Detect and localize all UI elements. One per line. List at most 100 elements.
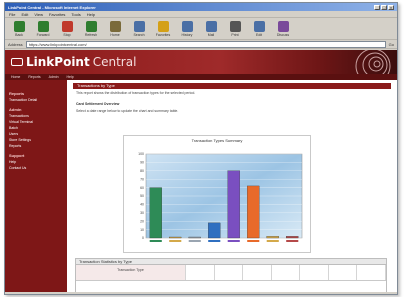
- table-column-header[interactable]: [186, 265, 215, 280]
- toolbar-button-refresh[interactable]: Refresh: [83, 21, 99, 37]
- toolbar-button-forward[interactable]: Forward: [35, 21, 51, 37]
- table-column-header[interactable]: Transaction Type: [76, 265, 186, 280]
- y-tick-label: 20: [140, 219, 144, 223]
- table-column-header[interactable]: [215, 265, 244, 280]
- sidebar-item-contact[interactable]: Contact Us: [9, 166, 63, 170]
- table-column-header[interactable]: [300, 265, 329, 280]
- bar-chart: 0 10 20 30 40 50 60 70 80 90 100: [138, 152, 303, 242]
- refresh-icon: [85, 21, 97, 32]
- chart-bar: [266, 236, 279, 239]
- toolbar-label: Edit: [255, 33, 263, 37]
- search-icon: [133, 21, 145, 32]
- toolbar-label: History: [181, 33, 193, 37]
- table-column-header[interactable]: [329, 265, 358, 280]
- y-tick-label: 90: [140, 161, 144, 165]
- back-arrow-icon: [13, 21, 25, 32]
- y-tick-label: 40: [140, 203, 144, 207]
- nav-help[interactable]: Help: [67, 75, 74, 79]
- favorites-icon: [157, 21, 169, 32]
- toolbar-button-favorites[interactable]: Favorites: [155, 21, 171, 37]
- linkpoint-logo[interactable]: LinkPoint Central: [11, 55, 136, 69]
- sidebar-heading-admin: Admin: [9, 107, 22, 112]
- toolbar-button-back[interactable]: Back: [11, 21, 27, 37]
- toolbar-label: Stop: [63, 33, 71, 37]
- menu-file[interactable]: File: [9, 12, 15, 17]
- legend-swatch: [188, 240, 201, 242]
- menu-help[interactable]: Help: [87, 12, 95, 17]
- table-header-row: Transaction Type: [76, 265, 387, 281]
- section-subtitle: Card Settlement Overview: [76, 102, 120, 106]
- menu-favorites[interactable]: Favorites: [49, 12, 65, 17]
- sidebar-item-transactions[interactable]: Transactions: [9, 114, 63, 118]
- window-controls: _ □ ×: [374, 4, 394, 10]
- legend-swatch: [227, 240, 240, 242]
- legend-swatch: [286, 240, 299, 242]
- toolbar-button-search[interactable]: Search: [131, 21, 147, 37]
- table-column-header[interactable]: [357, 265, 387, 280]
- legend-swatch: [149, 240, 162, 242]
- legend-swatch: [266, 240, 279, 242]
- toolbar-label: Discuss: [276, 33, 290, 37]
- table-column-header[interactable]: [272, 265, 301, 280]
- toolbar-label: Forward: [36, 33, 50, 37]
- toolbar-label: Back: [15, 33, 23, 37]
- toolbar-button-mail[interactable]: Mail: [203, 21, 219, 37]
- mail-icon: [205, 21, 217, 32]
- minimize-button[interactable]: _: [374, 4, 380, 10]
- history-icon: [181, 21, 193, 32]
- y-tick-label: 50: [140, 194, 144, 198]
- legend-swatch: [208, 240, 221, 242]
- sidebar-item-help[interactable]: Help: [9, 160, 63, 164]
- address-bar: Address https://www.linkpointcentral.com…: [5, 40, 397, 49]
- edit-icon: [253, 21, 265, 32]
- table-column-header[interactable]: [243, 265, 272, 280]
- forward-arrow-icon: [37, 21, 49, 32]
- sidebar-heading-reports: Reports: [9, 91, 25, 96]
- y-tick-label: 70: [140, 177, 144, 181]
- nav-admin[interactable]: Admin: [49, 75, 59, 79]
- screenshot-root: LinkPoint Central - Microsoft Internet E…: [0, 0, 406, 297]
- menu-tools[interactable]: Tools: [71, 12, 80, 17]
- chart-bar: [208, 222, 221, 239]
- legend-swatch: [247, 240, 260, 242]
- stop-icon: [61, 21, 73, 32]
- toolbar-button-edit[interactable]: Edit: [251, 21, 267, 37]
- sidebar-item-transaction-detail[interactable]: Transaction Detail: [9, 98, 63, 102]
- chart-bar: [227, 170, 240, 239]
- title-bar[interactable]: LinkPoint Central - Microsoft Internet E…: [5, 3, 397, 11]
- page-title: Transactions by Type: [73, 83, 391, 89]
- close-button[interactable]: ×: [388, 4, 394, 10]
- chart-bar: [149, 187, 162, 239]
- left-sidebar: Reports Transaction Detail Admin Transac…: [5, 80, 67, 294]
- chart-panel: Transaction Types Summary 0 10 20 30 40 50 60 7…: [123, 135, 311, 253]
- sidebar-item-store-settings[interactable]: Store Settings: [9, 138, 63, 142]
- window-title: LinkPoint Central - Microsoft Internet E…: [8, 4, 96, 10]
- maximize-button[interactable]: □: [381, 4, 387, 10]
- sidebar-item-reports[interactable]: Reports: [9, 144, 63, 148]
- legend-swatch: [169, 240, 182, 242]
- spiral-decoration-icon: [355, 50, 391, 74]
- nav-home[interactable]: Home: [11, 75, 20, 79]
- menu-edit[interactable]: Edit: [21, 12, 28, 17]
- menu-view[interactable]: View: [34, 12, 43, 17]
- toolbar-button-print[interactable]: Print: [227, 21, 243, 37]
- menu-bar: File Edit View Favorites Tools Help: [5, 11, 397, 18]
- print-icon: [229, 21, 241, 32]
- toolbar-button-stop[interactable]: Stop: [59, 21, 75, 37]
- stats-table: Transaction Statistics by Type Transacti…: [75, 258, 387, 294]
- address-input[interactable]: https://www.linkpointcentral.com/: [25, 40, 386, 48]
- browser-window: LinkPoint Central - Microsoft Internet E…: [4, 2, 398, 295]
- go-button[interactable]: Go: [389, 42, 394, 47]
- toolbar-label: Mail: [207, 33, 215, 37]
- logo-text-light: Central: [92, 55, 137, 69]
- toolbar-button-history[interactable]: History: [179, 21, 195, 37]
- toolbar-button-discuss[interactable]: Discuss: [275, 21, 291, 37]
- sidebar-item-virtual-terminal[interactable]: Virtual Terminal: [9, 120, 63, 124]
- nav-reports[interactable]: Reports: [28, 75, 40, 79]
- sidebar-item-batch[interactable]: Batch: [9, 126, 63, 130]
- discuss-icon: [277, 21, 289, 32]
- toolbar-button-home[interactable]: Home: [107, 21, 123, 37]
- toolbar-label: Print: [231, 33, 239, 37]
- chart-bar: [286, 236, 299, 239]
- sidebar-item-users[interactable]: Users: [9, 132, 63, 136]
